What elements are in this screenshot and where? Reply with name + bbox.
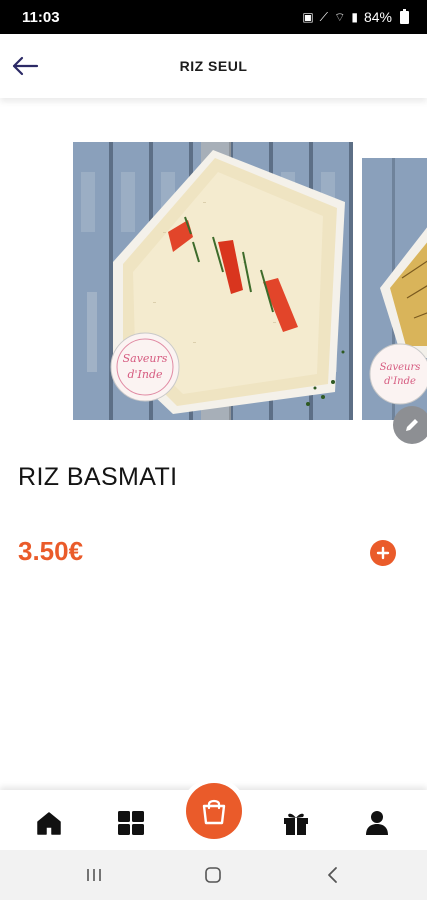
- arrow-left-icon: [12, 56, 39, 76]
- plus-icon: [376, 546, 390, 560]
- page-title: RIZ SEUL: [179, 58, 248, 74]
- user-icon: [366, 811, 388, 835]
- nav-gifts[interactable]: [279, 808, 313, 838]
- chevron-left-icon: [328, 867, 337, 883]
- home-icon: [37, 812, 61, 835]
- signal-icon: ▮: [351, 10, 358, 24]
- mute-icon: ⟋: [319, 9, 329, 24]
- system-back-button[interactable]: [318, 863, 348, 887]
- battery-icon: [400, 8, 409, 24]
- recent-apps-button[interactable]: [79, 863, 109, 887]
- notification-icon: ▣: [302, 10, 314, 24]
- shopping-bag-icon: [202, 799, 226, 825]
- edit-button[interactable]: [393, 406, 427, 444]
- system-navigation-bar: [0, 850, 427, 900]
- recent-apps-icon: [87, 869, 101, 881]
- back-button[interactable]: [8, 48, 42, 84]
- wifi-icon: ⌔: [334, 9, 346, 24]
- status-bar: 11:03 ▣ ⟋ ⌔ ▮ 84%: [0, 0, 427, 34]
- system-home-button[interactable]: [198, 863, 228, 887]
- status-indicators: ▣ ⟋ ⌔ ▮ 84%: [302, 8, 409, 25]
- product-image[interactable]: Saveurs d'Inde: [73, 142, 353, 420]
- gift-icon: [284, 813, 308, 835]
- nav-home[interactable]: [32, 808, 66, 838]
- product-name: RIZ BASMATI: [18, 463, 178, 491]
- nav-profile[interactable]: [360, 808, 394, 838]
- add-to-cart-button[interactable]: [370, 540, 396, 566]
- product-image-next[interactable]: Saveurs d'Inde: [362, 158, 427, 420]
- nav-catalog[interactable]: [114, 808, 148, 838]
- svg-text:d'Inde: d'Inde: [127, 368, 163, 381]
- grid-icon: [118, 811, 144, 835]
- svg-text:d'Inde: d'Inde: [384, 376, 416, 387]
- cart-button[interactable]: [186, 783, 242, 839]
- battery-percent: 84%: [363, 9, 392, 25]
- image-carousel[interactable]: Saveurs d'Inde Saveurs d'Inde: [0, 142, 427, 420]
- circle-home-icon: [205, 867, 221, 883]
- app-header: RIZ SEUL: [0, 34, 427, 98]
- svg-text:Saveurs: Saveurs: [123, 352, 168, 365]
- product-price: 3.50€: [18, 536, 84, 566]
- pencil-icon: [406, 419, 418, 431]
- svg-text:Saveurs: Saveurs: [380, 362, 421, 373]
- status-time: 11:03: [22, 8, 60, 26]
